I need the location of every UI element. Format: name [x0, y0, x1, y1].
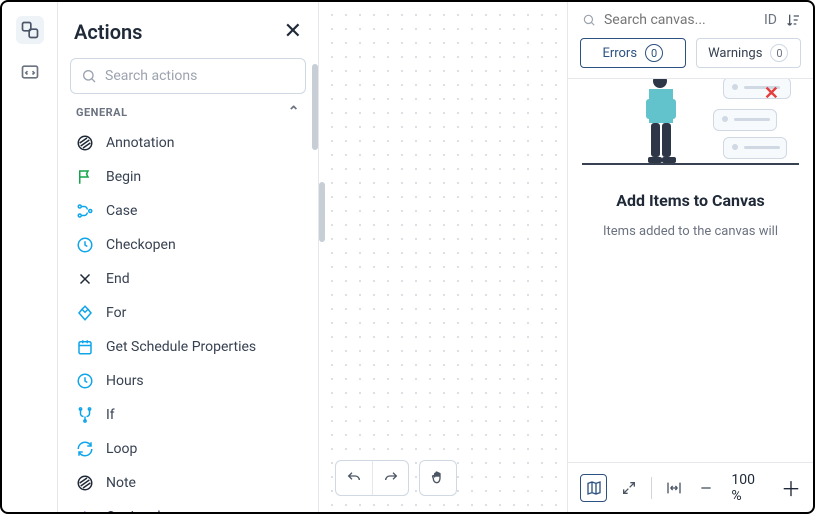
empty-state-subtext: Items added to the canvas will: [603, 224, 778, 239]
branch-icon: [76, 202, 94, 220]
zoom-level: 100 %: [731, 472, 765, 504]
empty-state-heading: Add Items to Canvas: [616, 191, 765, 210]
bottom-bar: 100 % ＋: [568, 462, 813, 512]
canvas-area[interactable]: [318, 2, 567, 512]
calendar-icon: [76, 338, 94, 356]
rail-code-button[interactable]: [16, 58, 44, 86]
warnings-count-badge: 0: [770, 44, 788, 62]
action-item-label: Checkopen: [106, 237, 176, 253]
action-item[interactable]: Begin: [58, 160, 318, 194]
pan-button[interactable]: [420, 461, 456, 495]
search-canvas-field[interactable]: [604, 12, 756, 28]
action-item[interactable]: Note: [58, 466, 318, 500]
action-item[interactable]: Onsignal: [58, 500, 318, 512]
action-item[interactable]: Get Schedule Properties: [58, 330, 318, 364]
category-label: GENERAL: [76, 106, 128, 119]
actions-sidebar: Actions ✕ GENERAL ⌃ Annotation Begin Case C…: [58, 2, 318, 512]
person-icon: [636, 78, 686, 165]
undo-button[interactable]: [336, 461, 372, 495]
tab-label: Errors: [602, 46, 637, 61]
tab-errors[interactable]: Errors 0: [580, 38, 686, 68]
sort-button[interactable]: [785, 12, 801, 28]
rail-actions-button[interactable]: [16, 16, 44, 44]
tab-label: Warnings: [708, 46, 762, 61]
search-canvas-input[interactable]: [582, 12, 756, 28]
action-item-label: Onsignal: [106, 509, 161, 512]
action-item[interactable]: Loop: [58, 432, 318, 466]
hatch-icon: [76, 134, 94, 152]
fullscreen-button[interactable]: [619, 477, 639, 499]
clock-icon: [76, 372, 94, 390]
search-actions-input[interactable]: [70, 58, 306, 94]
tool-rail: [2, 2, 58, 512]
action-item[interactable]: Hours: [58, 364, 318, 398]
action-item[interactable]: For: [58, 296, 318, 330]
error-x-icon: ✕: [764, 83, 779, 104]
redo-button[interactable]: [372, 461, 408, 495]
loop-icon: [76, 440, 94, 458]
category-header[interactable]: GENERAL ⌃: [58, 94, 318, 126]
id-toggle[interactable]: ID: [764, 12, 777, 28]
hatch-icon: [76, 474, 94, 492]
action-item[interactable]: If: [58, 398, 318, 432]
canvas-scrollbar[interactable]: [319, 182, 325, 242]
zoom-in-button[interactable]: ＋: [781, 473, 801, 502]
close-icon[interactable]: ✕: [284, 21, 302, 43]
action-item-label: Begin: [106, 169, 141, 185]
action-item[interactable]: Annotation: [58, 126, 318, 160]
errors-count-badge: 0: [645, 44, 663, 62]
diamond-icon: [76, 304, 94, 322]
action-list: Annotation Begin Case Checkopen End For Get Sc…: [58, 126, 318, 512]
action-item[interactable]: Case: [58, 194, 318, 228]
search-icon: [81, 68, 97, 84]
action-item-label: Note: [106, 475, 136, 491]
tab-warnings[interactable]: Warnings 0: [696, 38, 802, 68]
clock-icon: [76, 236, 94, 254]
action-item-label: Hours: [106, 373, 144, 389]
action-item-label: If: [106, 407, 115, 423]
action-item-label: Case: [106, 203, 137, 219]
empty-state-illustration: ✕: [582, 78, 799, 173]
search-icon: [582, 12, 596, 28]
action-item-label: Get Schedule Properties: [106, 339, 256, 355]
sidebar-title: Actions: [74, 20, 142, 44]
action-item-label: Annotation: [106, 135, 174, 151]
split-icon: [76, 406, 94, 424]
right-panel: ID Errors 0 Warnings 0 ✕: [567, 2, 813, 512]
search-actions-field[interactable]: [105, 68, 295, 84]
zoom-out-button[interactable]: [696, 477, 716, 499]
action-item-label: For: [106, 305, 126, 321]
action-item-label: Loop: [106, 441, 137, 457]
action-item[interactable]: End: [58, 262, 318, 296]
chevron-up-icon: ⌃: [288, 104, 300, 120]
fit-width-button[interactable]: [664, 477, 684, 499]
action-item[interactable]: Checkopen: [58, 228, 318, 262]
x-icon: [76, 270, 94, 288]
flag-icon: [76, 168, 94, 186]
minimap-button[interactable]: [580, 474, 607, 502]
action-item-label: End: [106, 271, 130, 287]
signal-icon: [76, 508, 94, 512]
